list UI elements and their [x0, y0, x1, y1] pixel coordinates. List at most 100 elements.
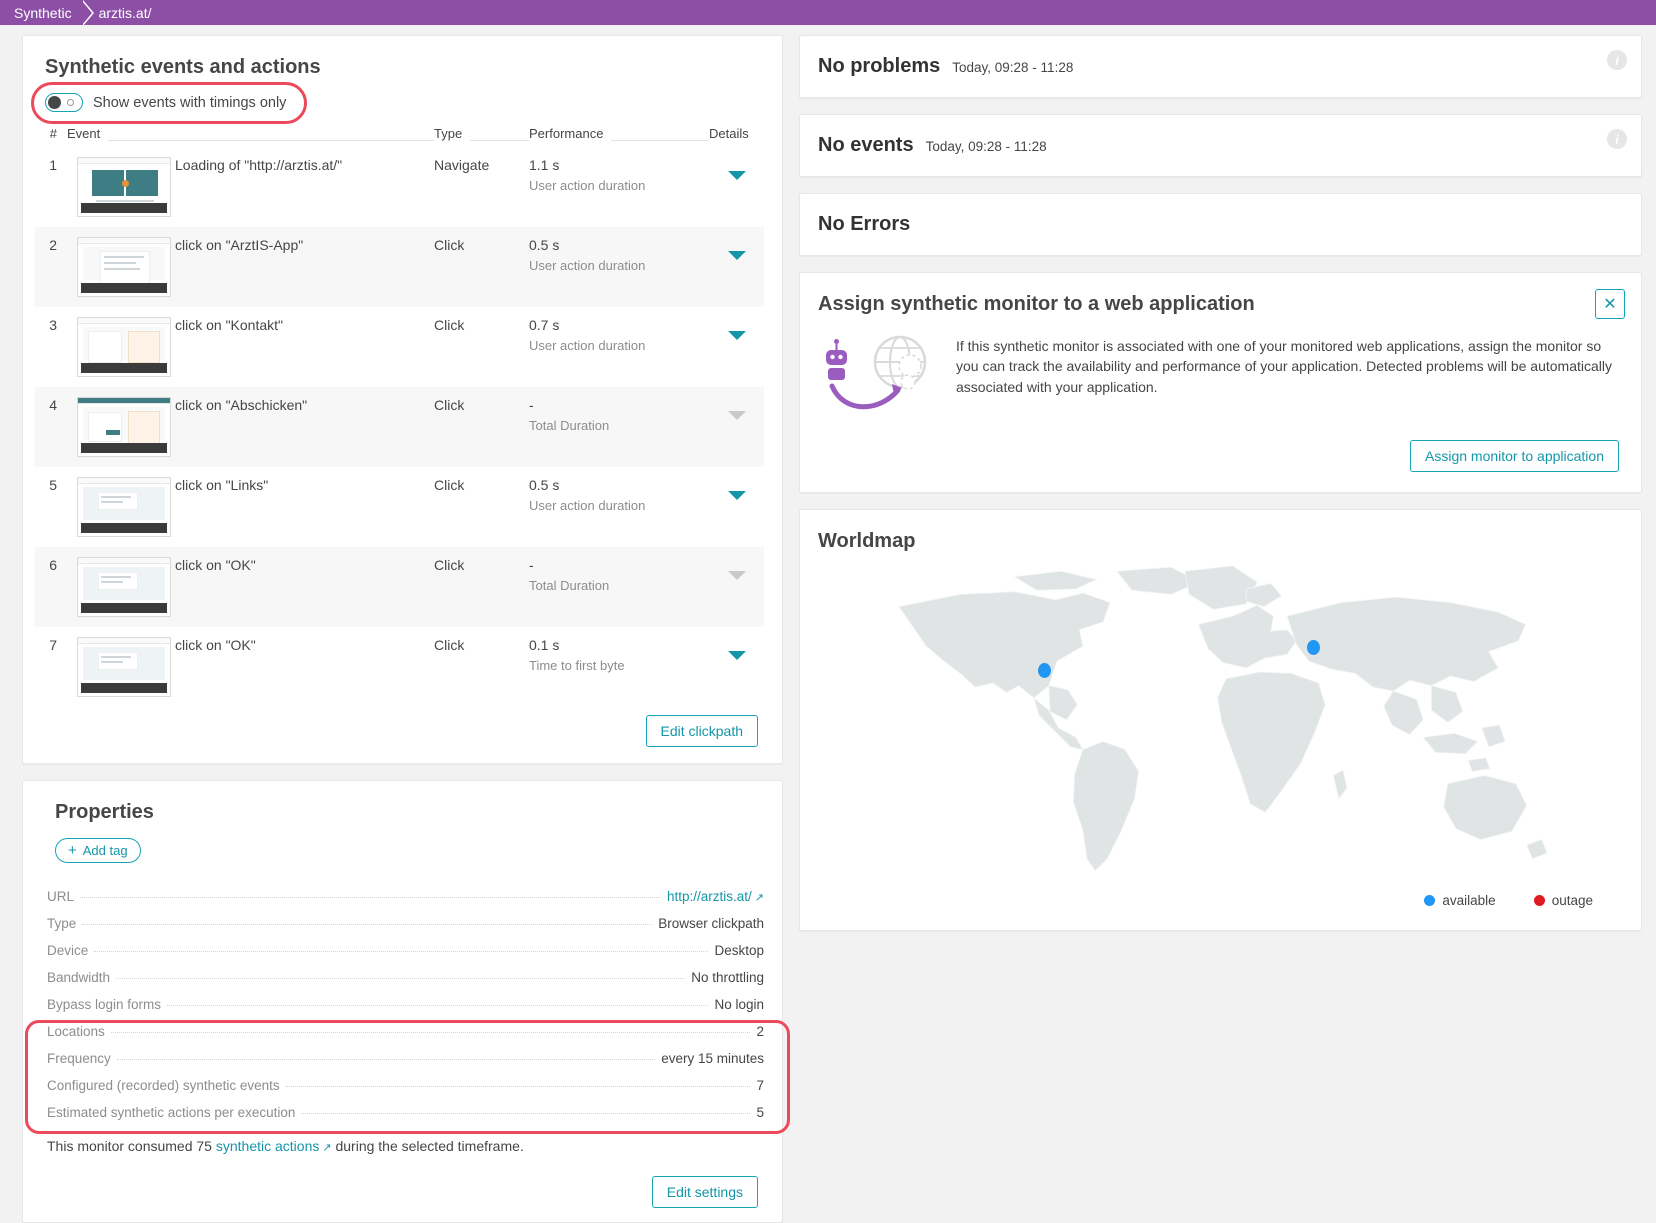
legend-label: outage [1551, 893, 1593, 908]
details-cell[interactable] [709, 307, 764, 387]
event-performance: 0.5 s User action duration [529, 227, 709, 307]
property-key: Frequency [47, 1051, 111, 1066]
info-icon[interactable]: i [1607, 50, 1627, 70]
property-dots [94, 951, 709, 952]
edit-settings-button[interactable]: Edit settings [651, 1176, 758, 1208]
table-row[interactable]: 4 click on "Abschicken" Click - Total Durati… [35, 387, 764, 467]
performance-metric: User action duration [529, 178, 646, 193]
details-cell[interactable] [709, 387, 764, 467]
performance-metric: Total Duration [529, 578, 610, 593]
close-icon[interactable]: ✕ [1595, 289, 1625, 319]
property-row: Configured (recorded) synthetic events 7 [47, 1072, 764, 1099]
property-dots [80, 897, 661, 898]
header-rule [611, 132, 709, 141]
table-row[interactable]: 6 click on "OK" Click - Total Duration [35, 547, 764, 627]
no-problems-timeframe: Today, 09:28 - 11:28 [952, 60, 1074, 75]
assign-card-title: Assign synthetic monitor to a web applic… [818, 293, 1255, 315]
chevron-down-icon[interactable] [727, 251, 746, 260]
map-marker-available[interactable] [1306, 639, 1320, 655]
add-tag-button[interactable]: + Add tag [55, 838, 141, 863]
consumed-prefix: This monitor consumed 75 [47, 1138, 216, 1154]
show-events-toggle-wrap: Show events with timings only [31, 82, 307, 124]
event-thumbnail[interactable] [67, 307, 175, 387]
edit-clickpath-button[interactable]: Edit clickpath [645, 715, 758, 747]
event-type: Click [434, 227, 529, 307]
property-value-link[interactable]: http://arztis.at/ [667, 889, 752, 904]
property-key: Device [47, 943, 89, 958]
row-number: 1 [49, 157, 57, 173]
info-icon[interactable]: i [1607, 129, 1627, 149]
show-events-toggle[interactable] [45, 93, 83, 112]
worldmap-card: Worldmap available outage [799, 509, 1642, 931]
events-table: # Event Type Performance Details 1 Loadi… [35, 126, 764, 707]
property-key: URL [47, 889, 75, 904]
synthetic-events-card: Synthetic events and actions Show events… [22, 35, 783, 764]
thumbnail-image [77, 637, 171, 697]
chevron-down-icon[interactable] [727, 331, 746, 340]
property-value-wrap: 7 [756, 1078, 764, 1093]
chevron-down-icon[interactable] [727, 411, 746, 420]
property-value: Desktop [714, 943, 764, 958]
property-value-wrap: No login [714, 997, 764, 1012]
property-value: every 15 minutes [661, 1051, 764, 1066]
property-dots [285, 1086, 751, 1087]
show-events-toggle-label: Show events with timings only [93, 94, 287, 111]
chevron-down-icon[interactable] [727, 651, 746, 660]
event-type: Click [434, 547, 529, 627]
event-performance: 0.5 s User action duration [529, 467, 709, 547]
property-value-wrap: 2 [756, 1024, 764, 1039]
legend-dot-icon [1533, 895, 1545, 906]
performance-metric: User action duration [529, 498, 646, 513]
no-events-timeframe: Today, 09:28 - 11:28 [925, 139, 1047, 154]
details-cell[interactable] [709, 627, 764, 707]
event-thumbnail[interactable] [67, 547, 175, 627]
breadcrumb-root-label: Synthetic [14, 4, 72, 21]
consumed-suffix: during the selected timeframe. [331, 1138, 524, 1154]
details-cell[interactable] [709, 467, 764, 547]
property-value-wrap: Desktop [714, 943, 764, 958]
table-row[interactable]: 5 click on "Links" Click 0.5 s User action d… [35, 467, 764, 547]
right-column: No problems Today, 09:28 - 11:28 i No ev… [795, 25, 1656, 1214]
event-label: click on "ArztIS-App" [175, 227, 434, 307]
events-table-body: 1 Loading of "http://arztis.at/" Navigate 1… [35, 147, 764, 707]
table-row[interactable]: 3 click on "Kontakt" Click 0.7 s User action… [35, 307, 764, 387]
table-row[interactable]: 2 click on "ArztIS-App" Click 0.5 s User act… [35, 227, 764, 307]
thumbnail-image [77, 237, 171, 297]
assign-monitor-card: Assign synthetic monitor to a web applic… [799, 272, 1642, 493]
performance-value: 0.7 s [529, 317, 560, 333]
table-row[interactable]: 7 click on "OK" Click 0.1 s Time to first by… [35, 627, 764, 707]
synthetic-actions-link[interactable]: synthetic actions [216, 1138, 320, 1154]
legend-dot-icon [1424, 895, 1436, 906]
no-errors-card: No Errors [799, 193, 1642, 256]
property-dots [301, 1113, 751, 1114]
chevron-down-icon[interactable] [727, 571, 746, 580]
event-thumbnail[interactable] [67, 227, 175, 307]
breadcrumb-separator-icon [81, 0, 94, 26]
assign-monitor-button[interactable]: Assign monitor to application [1410, 440, 1619, 472]
external-link-icon: ↗ [322, 1142, 332, 1154]
no-errors-title: No Errors [818, 213, 911, 235]
property-value-wrap: 5 [756, 1105, 764, 1120]
table-row[interactable]: 1 Loading of "http://arztis.at/" Navigate 1… [35, 147, 764, 227]
properties-card-title: Properties [55, 801, 154, 823]
row-number: 2 [35, 227, 67, 307]
details-cell[interactable] [709, 227, 764, 307]
worldmap[interactable] [818, 559, 1619, 889]
event-thumbnail[interactable] [67, 627, 175, 707]
performance-value: - [529, 397, 534, 413]
event-thumbnail[interactable] [67, 147, 175, 227]
edit-settings-row: Edit settings [35, 1158, 764, 1210]
details-cell[interactable] [709, 547, 764, 627]
row-number: 5 [49, 477, 57, 493]
event-thumbnail[interactable] [67, 387, 175, 467]
thumbnail-image [77, 477, 171, 537]
chevron-down-icon[interactable] [727, 491, 746, 500]
thumbnail-image [77, 557, 171, 617]
breadcrumb-root[interactable]: Synthetic [0, 0, 84, 25]
event-thumbnail[interactable] [67, 467, 175, 547]
event-label: click on "Links" [175, 477, 269, 493]
worldmap-card-title: Worldmap [818, 530, 916, 552]
event-performance: - Total Duration [529, 547, 709, 627]
chevron-down-icon[interactable] [727, 171, 746, 180]
details-cell[interactable] [709, 147, 764, 227]
